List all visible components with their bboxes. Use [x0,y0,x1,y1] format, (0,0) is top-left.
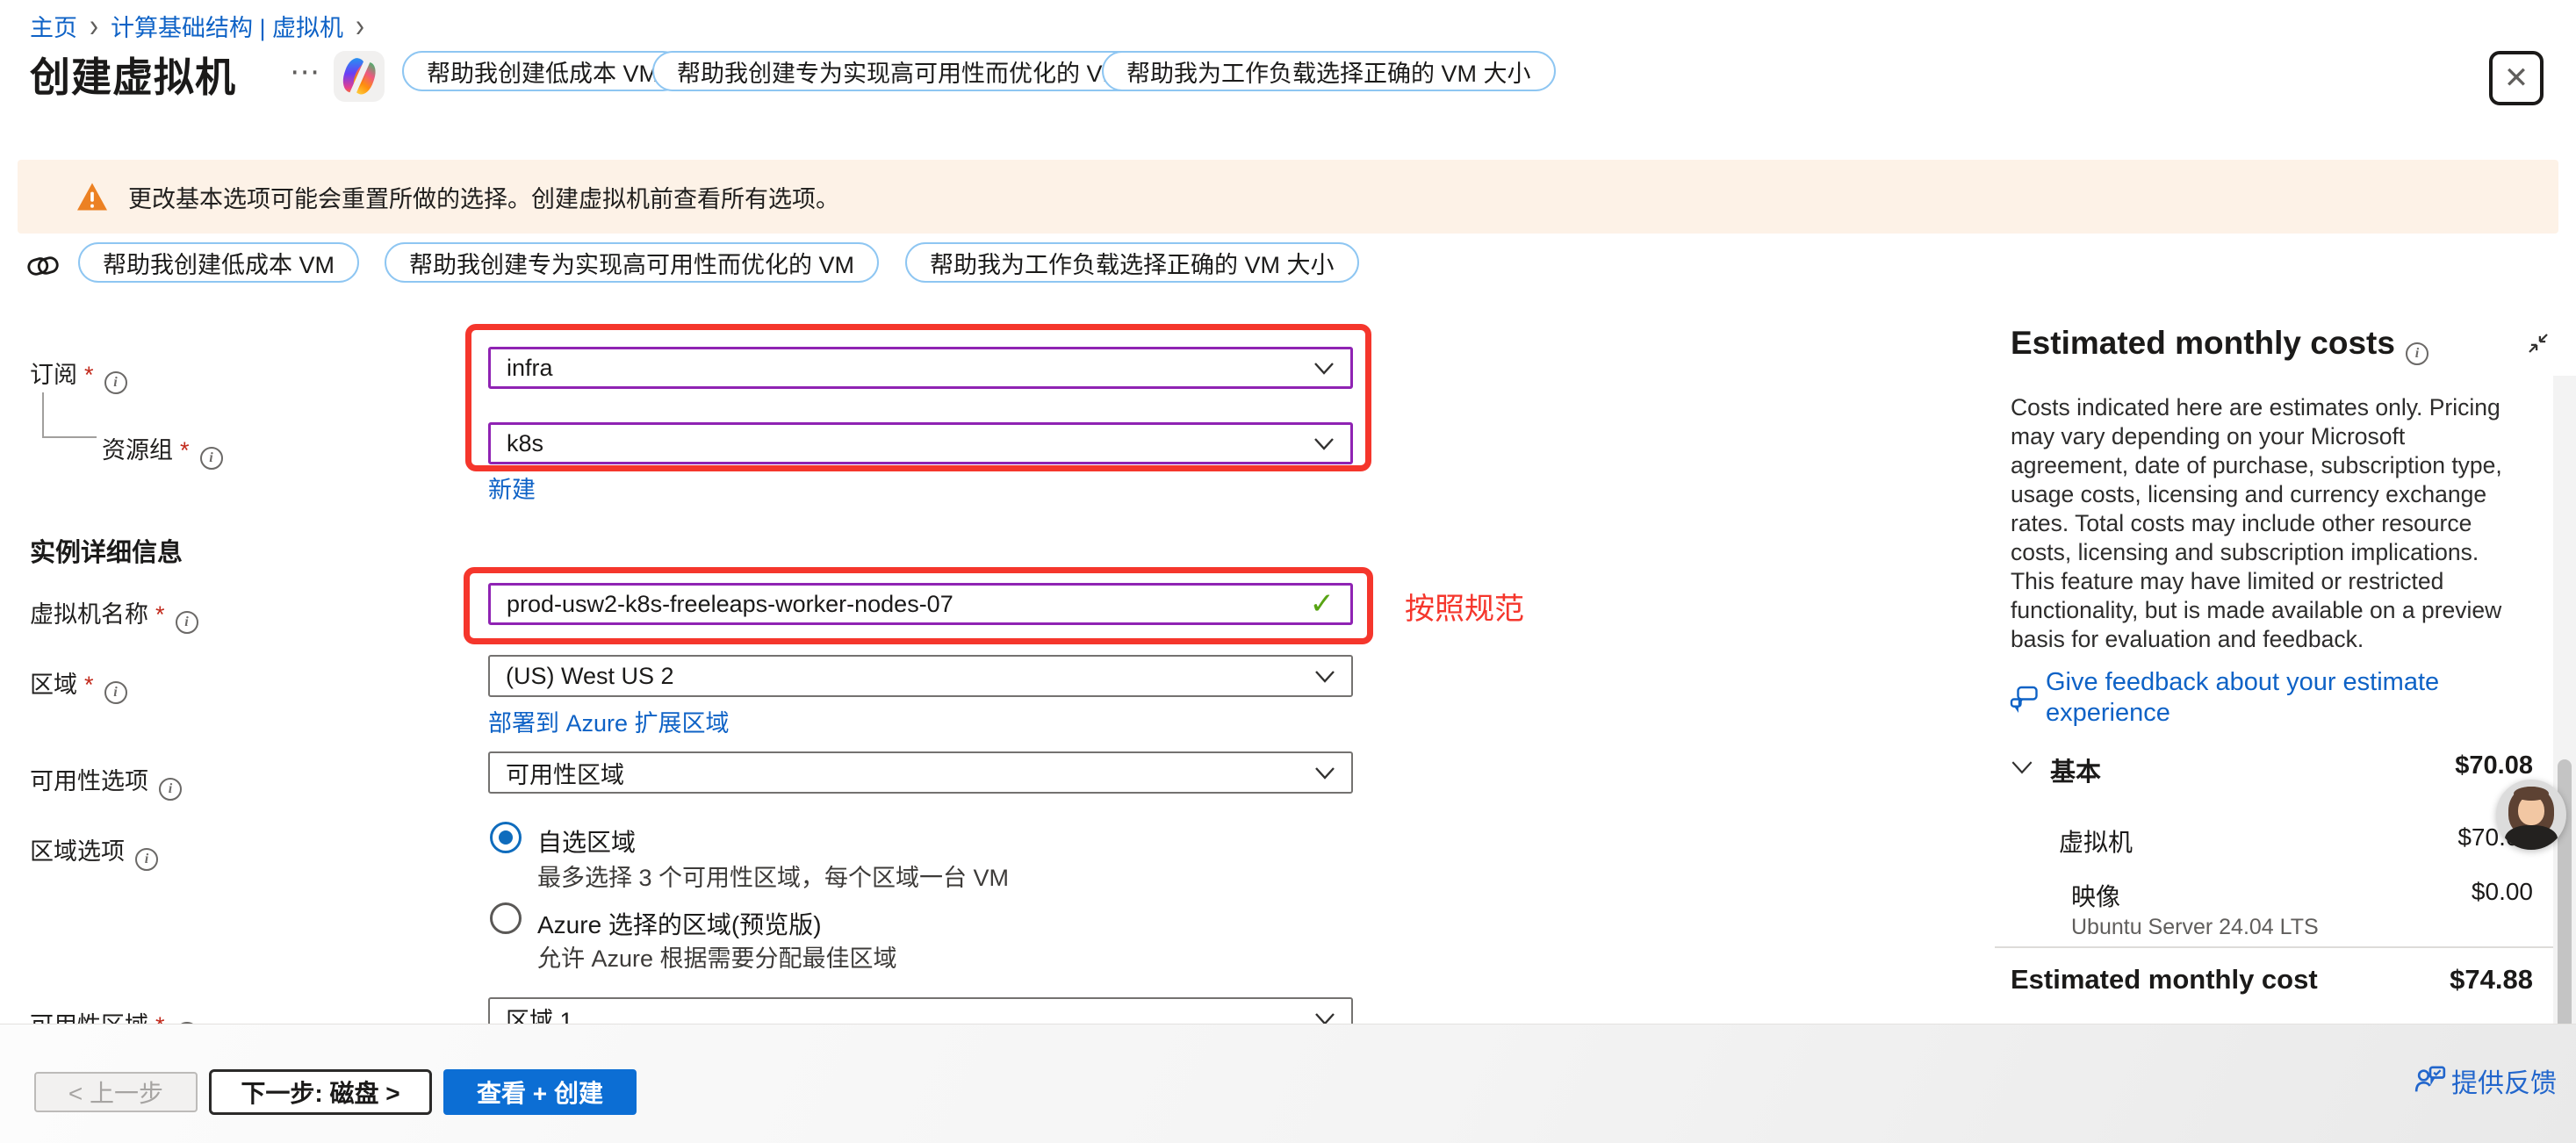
info-icon[interactable]: i [159,778,182,801]
vm-name-label: 虚拟机名称*i [30,595,198,634]
chevron-down-icon [1313,437,1335,450]
cost-item-label: 虚拟机 [2059,823,2133,859]
region-dropdown[interactable]: (US) West US 2 [488,655,1353,697]
info-icon[interactable]: i [2406,342,2428,365]
azure-selected-zone-desc: 允许 Azure 根据需要分配最佳区域 [537,939,897,974]
estimate-feedback-link[interactable]: Give feedback about your estimate experi… [2046,667,2511,729]
subscription-dropdown[interactable]: infra [488,347,1353,389]
cost-panel-title: Estimated monthly costsi [2011,325,2428,365]
vm-name-input[interactable] [507,591,1310,618]
availability-options-dropdown[interactable]: 可用性区域 [488,751,1353,794]
previous-button[interactable]: < 上一步 [34,1072,198,1112]
info-icon[interactable]: i [104,371,127,394]
zone-options-label: 区域选项i [30,832,158,871]
footer-feedback-link[interactable]: 提供反馈 [2451,1061,2557,1100]
cost-group-label[interactable]: 基本 [2050,751,2101,788]
valid-check-icon: ✓ [1310,586,1335,622]
assistant-avatar[interactable] [2496,780,2566,850]
chevron-down-icon [1314,1012,1335,1024]
chevron-down-icon [1314,670,1335,683]
create-new-resource-group-link[interactable]: 新建 [488,471,536,505]
deploy-edge-zone-link[interactable]: 部署到 Azure 扩展区域 [488,704,730,738]
azure-selected-zone-radio[interactable] [490,902,522,934]
region-label: 区域*i [30,665,127,704]
tree-connector [42,392,44,438]
form-scroll-area: 订阅*i infra 资源组*i k8s 新建 实例详细信息 虚拟机名称*i ✓ [0,0,1984,1024]
availability-options-label: 可用性选项i [30,762,182,801]
info-icon[interactable]: i [104,681,127,704]
info-icon[interactable]: i [176,611,198,634]
cost-item-value: $0.00 [2353,878,2533,906]
feedback-person-icon [2413,1063,2448,1096]
cost-item-sublabel: Ubuntu Server 24.04 LTS [2071,915,2319,940]
review-create-button[interactable]: 查看 + 创建 [443,1069,637,1115]
availability-zone-label: 可用性区域*i [30,1006,198,1024]
self-selected-zone-label[interactable]: 自选区域 [537,823,636,859]
close-icon: ✕ [2504,61,2529,96]
cost-disclaimer: Costs indicated here are estimates only.… [2011,393,2529,654]
footer-bar: < 上一步 下一步: 磁盘 > 查看 + 创建 提供反馈 [0,1024,2576,1143]
cost-total-value: $74.88 [2353,964,2533,996]
tree-connector [42,436,97,438]
self-selected-zone-desc: 最多选择 3 个可用性区域，每个区域一台 VM [537,859,1009,893]
collapse-panel-icon[interactable] [2525,330,2551,356]
info-icon[interactable]: i [135,848,158,871]
divider [1995,946,2557,948]
resource-group-label: 资源组*i [102,431,223,470]
availability-zone-dropdown[interactable]: 区域 1 [488,997,1353,1024]
feedback-bubbles-icon [2009,683,2040,713]
cost-total-label: Estimated monthly cost [2011,964,2318,996]
cost-group-value: $70.08 [2353,751,2533,780]
vm-name-field: ✓ [488,583,1353,625]
chevron-down-icon [1314,766,1335,780]
subscription-label: 订阅*i [30,356,127,394]
close-button[interactable]: ✕ [2489,51,2544,105]
resource-group-dropdown[interactable]: k8s [488,422,1353,464]
instance-details-heading: 实例详细信息 [30,532,183,569]
annotation-text-naming: 按照规范 [1405,585,1524,628]
chevron-down-icon [1313,362,1335,375]
cost-item-label: 映像 [2071,878,2120,913]
self-selected-zone-radio[interactable] [490,822,522,853]
chevron-down-icon[interactable] [2011,760,2033,774]
azure-selected-zone-label[interactable]: Azure 选择的区域(预览版) [537,906,822,941]
info-icon[interactable]: i [200,447,223,470]
create-vm-page: 主页 › 计算基础结构 | 虚拟机 › 创建虚拟机 ⋯ 帮助我创建低成本 VM … [0,0,2576,1143]
next-disks-button[interactable]: 下一步: 磁盘 > [209,1069,432,1115]
